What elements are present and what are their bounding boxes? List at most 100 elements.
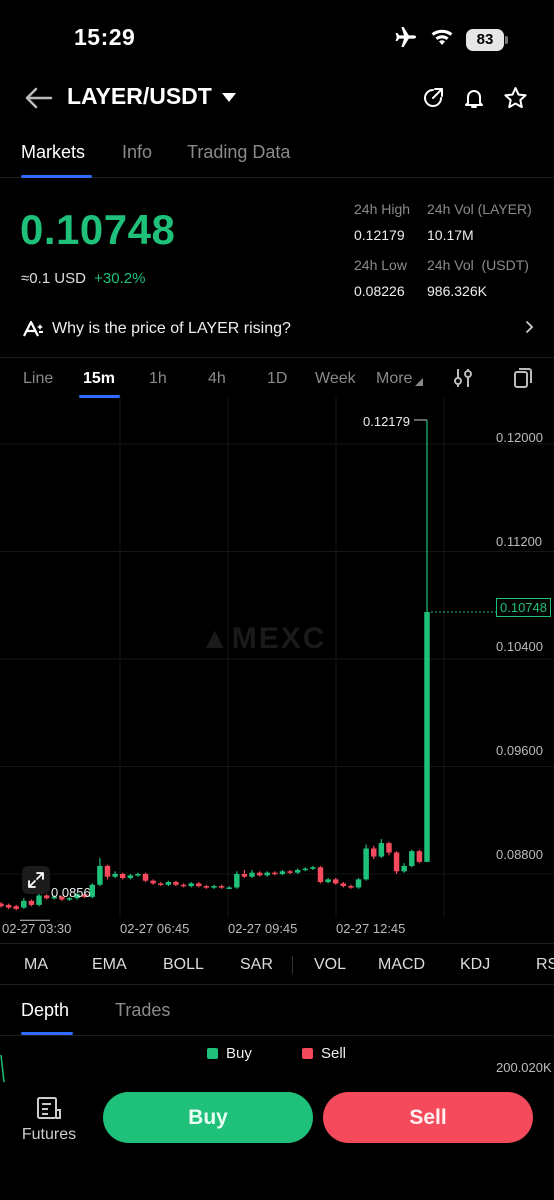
- candle-body: [21, 900, 27, 908]
- candle-body: [211, 886, 217, 888]
- candle-body: [188, 883, 194, 887]
- vol-base-value: 10.17M: [427, 227, 474, 243]
- bell-icon: [465, 90, 483, 108]
- candle-body: [272, 872, 278, 875]
- candle-body: [409, 851, 415, 866]
- usd-approx: ≈0.1: [21, 270, 51, 287]
- tab-trading-data[interactable]: Trading Data: [187, 142, 290, 163]
- indicator-vol[interactable]: VOL: [314, 956, 346, 974]
- tab-depth[interactable]: Depth: [21, 1000, 69, 1021]
- star-icon: [503, 87, 527, 109]
- bottom-action-bar: Futures Buy Sell: [0, 1088, 554, 1200]
- indicator-sar[interactable]: SAR: [240, 956, 273, 974]
- candle-body: [127, 875, 134, 879]
- candle-body: [363, 848, 369, 880]
- price-reason-banner[interactable]: Why is the price of LAYER rising?: [0, 308, 554, 350]
- tab-info[interactable]: Info: [122, 142, 152, 163]
- interval-more[interactable]: More: [376, 370, 424, 388]
- interval-4h[interactable]: 4h: [208, 370, 226, 388]
- candle-body: [180, 884, 187, 887]
- y-tick-label: 0.12000: [496, 430, 543, 445]
- candle-body: [416, 851, 423, 862]
- interval-more-label: More: [376, 370, 413, 387]
- current-price-tag: 0.10748: [496, 598, 551, 617]
- depth-buy-curve: [0, 1054, 5, 1083]
- tab-trades[interactable]: Trades: [115, 1000, 170, 1021]
- candle-body: [234, 874, 240, 888]
- low-label: 24h Low: [354, 257, 407, 273]
- interval-1d[interactable]: 1D: [267, 370, 287, 388]
- caret-down-icon: [221, 93, 236, 102]
- candle-body: [135, 874, 141, 876]
- copy-icon: [514, 368, 532, 388]
- interval-1h[interactable]: 1h: [149, 370, 167, 388]
- sell-button[interactable]: Sell: [323, 1092, 533, 1143]
- pair-selector[interactable]: LAYER/USDT: [67, 83, 236, 110]
- candle-body: [173, 882, 179, 885]
- candle-body: [158, 883, 164, 885]
- indicator-ma[interactable]: MA: [24, 956, 48, 974]
- back-arrow-icon: [25, 87, 53, 109]
- y-tick-label: 0.09600: [496, 743, 543, 758]
- chart-mode-button[interactable]: [513, 367, 533, 394]
- x-tick-label: 02-27 03:30: [2, 921, 72, 936]
- candle-body: [226, 887, 232, 889]
- indicator-settings-button[interactable]: [453, 367, 473, 394]
- y-tick-label: 0.08800: [496, 847, 543, 862]
- candle-body: [256, 872, 263, 876]
- status-time: 15:29: [74, 24, 136, 50]
- low-marker-label: 0.0856: [51, 885, 91, 900]
- favorite-button[interactable]: [501, 84, 529, 112]
- back-button[interactable]: [22, 83, 56, 113]
- depth-tab-active-indicator: [21, 1032, 73, 1035]
- depth-chart: Buy Sell 200.020K: [0, 1040, 554, 1090]
- candle-body: [310, 867, 316, 869]
- indicator-bar: MA EMA BOLL SAR VOL MACD KDJ RSI: [0, 943, 554, 985]
- buy-button[interactable]: Buy: [103, 1092, 313, 1143]
- battery-icon: 83: [466, 28, 508, 51]
- futures-button[interactable]: Futures: [18, 1096, 80, 1156]
- tab-markets[interactable]: Markets: [21, 142, 85, 163]
- candle-body: [279, 871, 286, 875]
- usd-equivalent: ≈0.1 USD +30.2%: [21, 270, 145, 287]
- indicator-rsi[interactable]: RSI: [536, 956, 554, 974]
- expand-icon: [28, 872, 44, 888]
- status-icons: 83: [394, 26, 508, 53]
- legend-buy-swatch: [207, 1048, 218, 1059]
- candle-body: [401, 865, 407, 872]
- vol-quote-label: 24h Vol (USDT): [427, 257, 529, 273]
- candle-body: [97, 865, 103, 885]
- share-button[interactable]: [419, 84, 447, 112]
- candle-body: [348, 886, 354, 888]
- indicator-boll[interactable]: BOLL: [163, 956, 204, 974]
- price-change: +30.2%: [94, 270, 146, 287]
- interval-15m[interactable]: 15m: [83, 370, 115, 388]
- candlestick-chart[interactable]: ▲MEXC 0.12000 0.11200 0.10400 0.09600 0.…: [0, 397, 554, 942]
- indicator-ema[interactable]: EMA: [92, 956, 127, 974]
- chart-canvas: [0, 397, 554, 921]
- high-label: 24h High: [354, 201, 411, 217]
- indicator-macd[interactable]: MACD: [378, 956, 425, 974]
- y-tick-label: 0.11200: [496, 534, 543, 549]
- low-value: 0.08226: [354, 283, 405, 299]
- interval-line[interactable]: Line: [23, 370, 53, 388]
- wifi-icon: [430, 28, 454, 51]
- alert-button[interactable]: [460, 84, 488, 112]
- legend-sell: Sell: [302, 1045, 346, 1062]
- candle-body: [0, 903, 4, 907]
- usd-unit: USD: [54, 270, 86, 287]
- candle-body: [371, 848, 377, 857]
- interval-week[interactable]: Week: [315, 370, 356, 388]
- candle-body: [393, 852, 400, 872]
- airplane-icon: [394, 26, 418, 53]
- last-price: 0.10748: [20, 206, 176, 253]
- y-tick-label: 0.10400: [496, 639, 543, 654]
- indicator-kdj[interactable]: KDJ: [460, 956, 490, 974]
- market-tabs: Markets Info Trading Data: [0, 130, 554, 178]
- candle-body: [5, 904, 12, 908]
- vol-base-label: 24h Vol (LAYER): [427, 201, 532, 217]
- candle-body: [119, 874, 126, 879]
- price-reason-text: Why is the price of LAYER rising?: [52, 320, 291, 337]
- fullscreen-button[interactable]: [22, 866, 50, 894]
- legend-sell-swatch: [302, 1048, 313, 1059]
